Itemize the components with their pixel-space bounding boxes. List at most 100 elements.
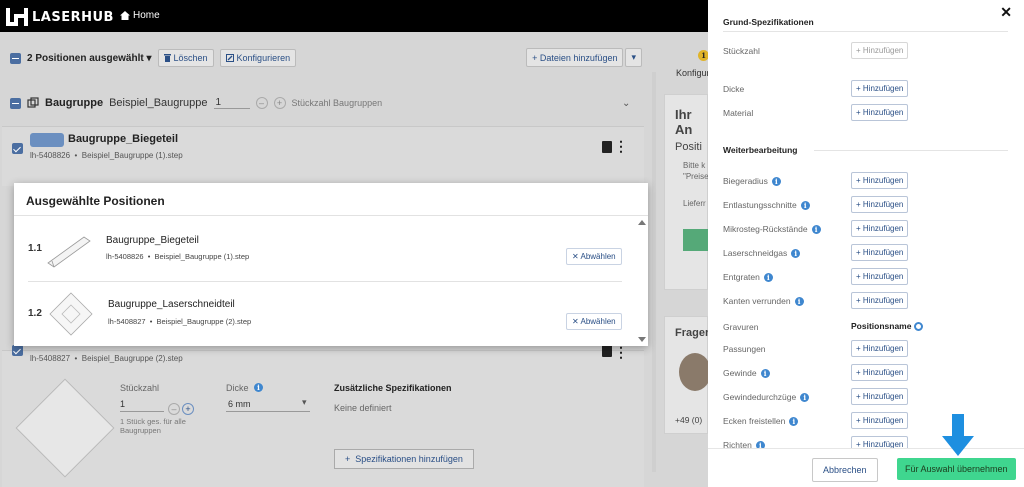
part2-more-icon[interactable]: ⋮ xyxy=(614,345,628,359)
engraving-position-name[interactable]: Positionsname xyxy=(851,321,924,331)
add-entgraten-button[interactable]: + Hinzufügen xyxy=(851,268,909,285)
info-icon[interactable]: i xyxy=(800,392,810,402)
thickness-info-icon[interactable]: i xyxy=(254,383,263,392)
processing-title: Weiterbearbeitung xyxy=(723,145,798,155)
offer-button[interactable] xyxy=(683,229,709,251)
add-files-group: + Dateien hinzufügen ▾ xyxy=(526,48,642,67)
modal-divider xyxy=(14,215,648,216)
part1-id: lh-5408826 xyxy=(30,151,71,160)
part2-checkbox[interactable] xyxy=(12,345,23,356)
part1-more-icon[interactable]: ⋮ xyxy=(614,139,628,153)
part2-extra-title: Zusätzliche Spezifikationen xyxy=(334,383,452,393)
engraving-value: Positionsname xyxy=(851,321,912,331)
add-laserschneidgas-button[interactable]: + Hinzufügen xyxy=(851,244,909,261)
deselect-button[interactable]: ✕ Abwählen xyxy=(566,248,622,265)
delete-button[interactable]: Löschen xyxy=(157,49,214,67)
add-passungen-button[interactable]: + Hinzufügen xyxy=(851,340,909,357)
cancel-button[interactable]: Abbrechen xyxy=(812,458,878,482)
deselect-button[interactable]: ✕ Abwählen xyxy=(566,313,622,330)
spec-row-dicke: Dicke + Hinzufügen xyxy=(723,80,1013,98)
info-icon[interactable]: i xyxy=(800,200,810,210)
spec-row-gewinde: Gewinde i + Hinzufügen xyxy=(723,364,1013,382)
spec-row-kanten-verrunden: Kanten verrunden i + Hinzufügen xyxy=(723,292,1013,310)
configure-button[interactable]: Konfigurieren xyxy=(219,49,297,67)
offer-card: Ihr An Positi Bitte k "Preise Lieferr xyxy=(664,94,709,290)
add-biegeradius-button[interactable]: + Hinzufügen xyxy=(851,172,909,189)
modal-row-1: 1.1 Baugruppe_Biegeteil lh-5408826 • Bei… xyxy=(14,223,636,283)
edit-icon xyxy=(225,54,234,62)
step-label: Konfigur xyxy=(676,68,710,78)
modal-scrollbar[interactable] xyxy=(636,216,648,346)
spec-row-gewindedurchzuege: Gewindedurchzüge i + Hinzufügen xyxy=(723,388,1013,406)
logo-text: LASERHUB xyxy=(32,9,114,25)
add-files-button[interactable]: + Dateien hinzufügen xyxy=(526,48,624,67)
spec-label: Material xyxy=(723,108,754,118)
spec-row-biegeradius: Biegeradius i + Hinzufügen xyxy=(723,172,1013,190)
contact-title: Frager xyxy=(675,327,710,339)
part2-preview-image xyxy=(15,378,115,478)
info-icon[interactable]: i xyxy=(760,368,770,378)
thickness-chevron-icon[interactable]: ▾ xyxy=(302,397,307,408)
spec-label: Gravuren xyxy=(723,322,759,332)
home-link[interactable]: Home xyxy=(120,10,160,21)
info-icon[interactable]: i xyxy=(789,416,799,426)
part-type-badge[interactable] xyxy=(30,133,64,147)
selection-dropdown[interactable]: 2 Positionen ausgewählt ▾ xyxy=(27,53,152,64)
group-name: Beispiel_Baugruppe xyxy=(109,97,208,109)
group-decrement-button[interactable]: – xyxy=(255,97,268,109)
part1-checkbox[interactable] xyxy=(12,143,23,154)
part2-decrement-button[interactable]: – xyxy=(168,403,180,415)
part1-delete-icon[interactable] xyxy=(602,141,612,153)
part1-file: Beispiel_Baugruppe (1).step xyxy=(81,151,183,160)
add-files-dropdown-button[interactable]: ▾ xyxy=(625,48,642,67)
laserhub-logo[interactable]: LASERHUB xyxy=(6,8,114,26)
part2-qty-input[interactable]: 1 xyxy=(120,399,125,409)
modal-title: Ausgewählte Positionen xyxy=(26,194,165,208)
add-gewindedurchzuege-button[interactable]: + Hinzufügen xyxy=(851,388,909,405)
spec-row-mikrosteg: Mikrosteg-Rückstände i + Hinzufügen xyxy=(723,220,1013,238)
basic-specs-title: Grund-Spezifikationen xyxy=(723,17,814,27)
close-icon[interactable]: ✕ xyxy=(1000,4,1012,21)
group-increment-button[interactable]: + xyxy=(273,97,286,109)
spec-row-entlastungsschnitte: Entlastungsschnitte i + Hinzufügen xyxy=(723,196,1013,214)
trash-icon xyxy=(163,54,171,62)
assembly-icon xyxy=(27,97,39,108)
assembly-group-row: Baugruppe Beispiel_Baugruppe 1 – + Stück… xyxy=(0,90,650,116)
info-icon[interactable]: i xyxy=(771,176,781,186)
info-icon[interactable]: i xyxy=(794,296,804,306)
select-all-checkbox[interactable] xyxy=(10,52,21,64)
add-entlastungsschnitte-button[interactable]: + Hinzufügen xyxy=(851,196,909,213)
add-specifications-button[interactable]: + Spezifikationen hinzufügen xyxy=(334,449,474,469)
row-file: Beispiel_Baugruppe (1).step xyxy=(154,252,250,261)
info-icon[interactable]: i xyxy=(791,248,801,258)
part2-qty-underline xyxy=(120,411,164,412)
spec-row-entgraten: Entgraten i + Hinzufügen xyxy=(723,268,1013,286)
basic-specs-divider xyxy=(723,31,1008,32)
info-icon[interactable]: i xyxy=(763,272,773,282)
page-scrollbar[interactable] xyxy=(652,72,656,472)
add-stueckzahl-button[interactable]: + Hinzufügen xyxy=(851,42,909,59)
offer-text-2: "Preise xyxy=(683,172,709,181)
add-gewinde-button[interactable]: + Hinzufügen xyxy=(851,364,909,381)
part2-delete-icon[interactable] xyxy=(602,345,612,357)
add-kanten-verrunden-button[interactable]: + Hinzufügen xyxy=(851,292,909,309)
gear-icon[interactable] xyxy=(914,321,924,331)
add-mikrosteg-button[interactable]: + Hinzufügen xyxy=(851,220,909,237)
arrow-down-icon xyxy=(942,414,974,456)
scroll-down-icon[interactable] xyxy=(638,337,646,342)
group-collapse-chevron-icon[interactable]: ⌄ xyxy=(622,98,630,109)
add-dicke-button[interactable]: + Hinzufügen xyxy=(851,80,909,97)
contact-phone: +49 (0) xyxy=(675,415,703,425)
scroll-up-icon[interactable] xyxy=(638,220,646,225)
part2-thickness-select[interactable]: 6 mm xyxy=(228,399,251,409)
row-number: 1.1 xyxy=(28,243,42,254)
add-ecken-freistellen-button[interactable]: + Hinzufügen xyxy=(851,412,909,429)
apply-to-selection-button[interactable]: Für Auswahl übernehmen xyxy=(897,458,1016,480)
group-checkbox[interactable] xyxy=(10,97,21,109)
group-quantity-input[interactable]: 1 xyxy=(213,97,250,109)
part2-increment-button[interactable]: + xyxy=(182,403,194,415)
add-material-button[interactable]: + Hinzufügen xyxy=(851,104,909,121)
info-icon[interactable]: i xyxy=(811,224,821,234)
spec-label: Dicke xyxy=(723,84,745,94)
selection-toolbar: 2 Positionen ausgewählt ▾ Löschen Konfig… xyxy=(0,44,650,72)
